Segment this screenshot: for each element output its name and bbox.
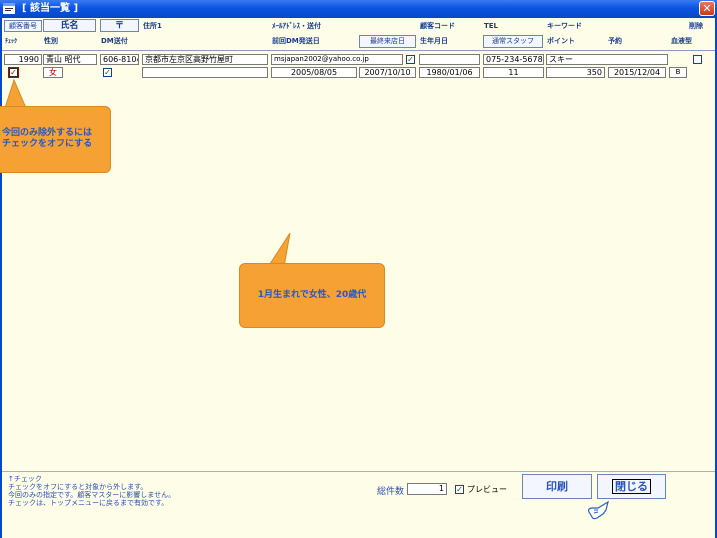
footer-note-line: 今回のみの指定です。顧客マスターに影響しません。: [8, 491, 176, 499]
close-icon: ✕: [702, 2, 712, 15]
callout-pointer: [4, 78, 27, 108]
postal-code-field[interactable]: 606-8104: [100, 54, 139, 65]
sort-name-button[interactable]: 氏名: [43, 19, 96, 32]
preview-label: プレビュー: [467, 485, 507, 494]
window-title: [ 該当一覧 ]: [22, 3, 79, 14]
customer-code-field[interactable]: [419, 54, 480, 65]
total-count-field: 1: [407, 483, 447, 495]
footer-note-line: チェックは、トップメニューに戻るまで有効です。: [8, 499, 169, 507]
header-separator: [2, 50, 715, 51]
header-keyword: キーワード: [547, 22, 582, 30]
gender-field[interactable]: 女: [43, 67, 63, 78]
delete-checkbox[interactable]: [693, 55, 702, 64]
header-birthdate: 生年月日: [420, 37, 448, 45]
preview-checkbox[interactable]: ✓: [455, 485, 464, 494]
customer-no-field[interactable]: 1990: [4, 54, 42, 65]
total-count-label: 総件数: [377, 487, 405, 497]
sort-last-visit-button[interactable]: 最終来店日: [359, 35, 416, 48]
header-reservation: 予約: [608, 37, 622, 45]
check-mark-icon: ✓: [10, 68, 17, 77]
keyword-field[interactable]: スキー: [546, 54, 668, 65]
hand-pointer-icon: [588, 500, 609, 520]
close-button-label: 閉じる: [612, 479, 651, 494]
address1-field[interactable]: 京都市左京区高野竹屋町: [142, 54, 268, 65]
close-window-button[interactable]: ✕: [699, 1, 715, 16]
staff-field[interactable]: 11: [483, 67, 544, 78]
email-send-checkbox[interactable]: ✓: [406, 55, 415, 64]
header-tel: TEL: [484, 22, 499, 30]
footer-separator: [2, 471, 715, 472]
check-mark-icon: ✓: [104, 68, 111, 77]
customer-name-field[interactable]: 青山 昭代: [43, 54, 97, 65]
address2-field[interactable]: [142, 67, 268, 78]
title-bar: [ 該当一覧 ] ✕: [0, 0, 717, 18]
email-field[interactable]: msjapan2002@yahoo.co.jp: [271, 54, 403, 65]
points-field[interactable]: 350: [546, 67, 605, 78]
last-dm-date-field[interactable]: 2005/08/05: [271, 67, 357, 78]
header-gender: 性別: [44, 37, 58, 45]
include-record-checkbox[interactable]: ✓: [9, 68, 18, 77]
check-mark-icon: ✓: [407, 55, 414, 64]
sort-customer-no-button[interactable]: 顧客番号: [4, 20, 42, 32]
callout-pointer: [267, 232, 291, 267]
blood-type-field[interactable]: B: [669, 67, 687, 78]
reservation-field[interactable]: 2015/12/04: [608, 67, 666, 78]
tel-field[interactable]: 075-234-5678: [483, 54, 544, 65]
footer-note-line: チェックをオフにすると対象から外します。: [8, 483, 148, 491]
header-address1: 住所1: [143, 22, 162, 30]
dm-send-checkbox[interactable]: ✓: [103, 68, 112, 77]
header-dm-send: DM送付: [101, 37, 128, 45]
sort-postal-button[interactable]: 〒: [100, 19, 139, 32]
header-points: ポイント: [547, 37, 575, 45]
footer-note-line: ↑チェック: [8, 475, 42, 483]
header-customer-code: 顧客コード: [420, 22, 455, 30]
birthdate-field[interactable]: 1980/01/06: [419, 67, 480, 78]
header-email-dm: ﾒｰﾙｱﾄﾞﾚｽ・送付: [272, 22, 321, 30]
print-button[interactable]: 印刷: [522, 474, 592, 499]
check-mark-icon: ✓: [456, 485, 463, 494]
header-last-dm-date: 前回DM発送日: [272, 37, 320, 45]
header-blood-type: 血液型: [671, 37, 692, 45]
app-icon: [3, 3, 15, 14]
filter-note-text: 1月生まれで女性、20歳代: [257, 290, 367, 300]
header-check: ﾁｪｯｸ: [5, 38, 18, 45]
sort-staff-button[interactable]: 通常スタッフ: [483, 35, 543, 48]
uncheck-note-text: 今回のみ除外するには チェックをオフにする: [2, 128, 93, 149]
close-button[interactable]: 閉じる: [597, 474, 666, 499]
last-visit-field[interactable]: 2007/10/10: [359, 67, 416, 78]
header-delete: 削除: [689, 22, 703, 30]
